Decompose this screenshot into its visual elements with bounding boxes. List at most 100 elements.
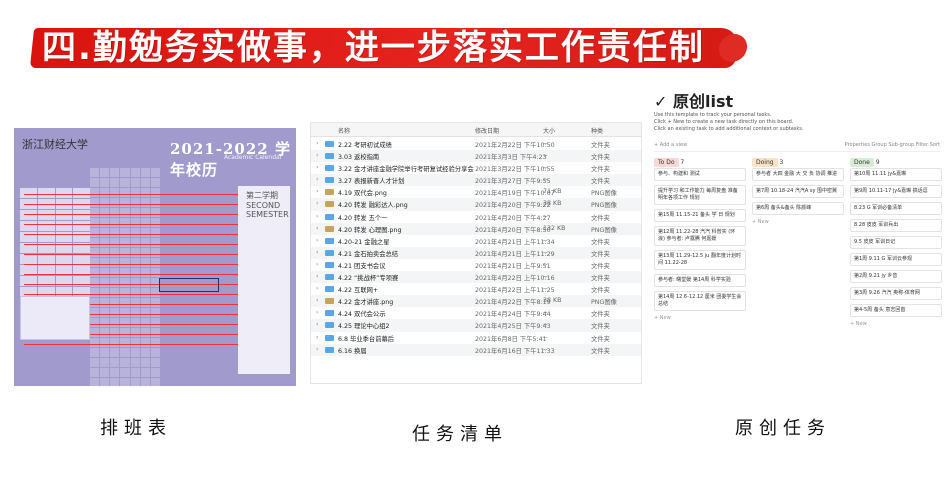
- title-banner: 四.勤勉务实做事，进一步落实工作责任制: [29, 6, 752, 74]
- file-row[interactable]: › 4.22 金才讲座.png 2021年4月22日 下午8:19 38 KB PNG图…: [311, 295, 641, 308]
- board-card[interactable]: 提升学习 和工作能力 每周复盘 准备明年各项工作 规划: [654, 185, 746, 205]
- column-date[interactable]: 修改日期: [475, 126, 499, 135]
- board-card[interactable]: 第15周 11.15-21 备头 学 日 规划: [654, 209, 746, 222]
- file-size: --: [543, 321, 548, 329]
- chevron-right-icon[interactable]: ›: [316, 164, 319, 171]
- file-size: --: [543, 176, 548, 184]
- board-card[interactable]: 第4-5周 备头 意志回首: [850, 304, 942, 317]
- toolbar-actions[interactable]: Properties Group Sub-group Filter Sort: [845, 142, 940, 148]
- chevron-right-icon[interactable]: ›: [316, 285, 319, 292]
- chevron-right-icon[interactable]: ›: [316, 346, 319, 353]
- file-row[interactable]: › 4.25 理论中心组2 2021年4月25日 下午9:43 -- 文件夹: [311, 319, 641, 332]
- file-row[interactable]: › 2.22 考研初试成绩 2021年2月22日 下午10:50 -- 文件夹: [311, 138, 641, 150]
- image-file-icon: [325, 298, 334, 305]
- column-tag: Done: [850, 158, 874, 167]
- column-kind[interactable]: 种类: [591, 126, 603, 135]
- file-size: --: [543, 333, 548, 341]
- chevron-right-icon[interactable]: ›: [316, 261, 319, 268]
- file-kind: 文件夹: [591, 335, 610, 343]
- file-row[interactable]: › 3.22 金才讲座金融学院举行考研复试经验分享会 2021年3月22日 下午10…: [311, 162, 641, 174]
- second-semester-label: 第二学期 SECOND SEMESTER: [246, 191, 289, 219]
- folder-icon: [325, 286, 334, 293]
- file-name: 4.22 金才讲座.png: [338, 299, 394, 307]
- new-card-button[interactable]: + New: [654, 315, 746, 321]
- folder-icon: [325, 141, 334, 147]
- file-row[interactable]: › 4.20 转发 心理图.png 2021年4月20日 下午8:50 132 KB P…: [311, 222, 641, 235]
- board-card[interactable]: 9.5 皮皮 军训日记: [850, 236, 942, 249]
- selection-box: [159, 278, 219, 292]
- chevron-right-icon[interactable]: ›: [316, 309, 319, 316]
- board-card[interactable]: 第13周 11.29-12.5 ju 翻年度计划时间 11.22-28: [654, 250, 746, 270]
- board-card[interactable]: 第10周 11.11 jy&嘉琳: [850, 168, 942, 181]
- file-name: 4.21 金石拍卖会总结: [338, 250, 399, 258]
- calendar-row: [90, 358, 160, 367]
- file-kind: 文件夹: [591, 142, 610, 149]
- board-card[interactable]: 第6周 备头&备头 陈颜峰: [752, 202, 844, 215]
- file-row[interactable]: › 6.16 换届 2021年6月16日 下午11:33 -- 文件夹: [311, 343, 641, 356]
- file-row[interactable]: › 4.24 双代会公示 2021年4月24日 下午9:44 -- 文件夹: [311, 307, 641, 319]
- calendar-cell: [110, 358, 120, 367]
- board-card[interactable]: 第14周 12.6-12.12 厘米 团委学生会总结: [654, 291, 746, 311]
- board-card[interactable]: 参与者 大四 金融 大 交 负 协调 推进: [752, 168, 844, 181]
- chevron-right-icon[interactable]: ›: [316, 237, 319, 244]
- chevron-right-icon[interactable]: ›: [316, 273, 319, 280]
- new-card-button[interactable]: + New: [850, 321, 942, 327]
- file-row[interactable]: › 3.27 表报新晋人才计划 2021年3月27日 下午9:55 -- 文件夹: [311, 174, 641, 187]
- column-name[interactable]: 名称: [338, 126, 350, 135]
- file-row[interactable]: › 4.21 金石拍卖会总结 2021年4月21日 上午11:29 -- 文件夹: [311, 246, 641, 259]
- chevron-right-icon[interactable]: ›: [316, 152, 319, 159]
- board-card[interactable]: 第1周 9.11 G 军训云参观: [850, 253, 942, 266]
- board-card[interactable]: 参与、构建和 测试: [654, 168, 746, 181]
- board-card[interactable]: 第3周 9.26 汽汽 奥称-体育网: [850, 287, 942, 300]
- calendar-cell: [90, 168, 100, 177]
- file-row[interactable]: › 4.22 “挑战杯”专项赛 2021年4月22日 上午10:16 -- 文件夹: [311, 271, 641, 284]
- file-list: › 2.22 考研初试成绩 2021年2月22日 下午10:50 -- 文件夹 › 3.03…: [311, 138, 641, 356]
- chevron-right-icon[interactable]: ›: [316, 200, 319, 207]
- chevron-right-icon[interactable]: ›: [316, 321, 319, 328]
- file-size: --: [543, 273, 548, 281]
- file-size: --: [543, 212, 548, 220]
- calendar-cell: [130, 168, 140, 177]
- chevron-right-icon[interactable]: ›: [316, 176, 319, 183]
- file-row[interactable]: › 4.20-21 金融之星 2021年4月21日 上午11:34 -- 文件夹: [311, 235, 641, 247]
- add-view-button[interactable]: + Add a view: [654, 142, 687, 148]
- file-row[interactable]: › 6.8 毕业季台前幕后 2021年6月8日 下午5:41 -- 文件夹: [311, 332, 641, 344]
- column-size[interactable]: 大小: [543, 126, 555, 135]
- board-card[interactable]: 第9周 10.11-17 jy&嘉琳 搞话逗: [850, 185, 942, 198]
- calendar-cell: [150, 358, 160, 367]
- board-card[interactable]: 参与者: 曙堂媛 第14周 科学实验: [654, 274, 746, 287]
- file-row[interactable]: › 4.21 团支书会议 2021年4月21日 上午9:51 -- 文件夹: [311, 259, 641, 271]
- file-row[interactable]: › 4.20 转发 融彩达人.png 2021年4月20日 下午9:22 38 KB P…: [311, 198, 641, 211]
- folder-icon: [325, 346, 334, 353]
- calendar-cell: [150, 368, 160, 377]
- file-size: 38 KB: [543, 200, 562, 208]
- file-name: 4.19 双代会.png: [338, 190, 387, 198]
- chevron-right-icon[interactable]: ›: [316, 297, 319, 304]
- file-date: 2021年4月24日 下午9:44: [475, 311, 551, 319]
- new-card-button[interactable]: + New: [752, 219, 844, 225]
- red-line: [24, 194, 239, 195]
- board-card[interactable]: 8.23 G 军训必备清单: [850, 202, 942, 215]
- file-kind: 文件夹: [591, 287, 610, 295]
- file-row[interactable]: › 3.03 返校指南 2021年3月3日 下午4:23 -- 文件夹: [311, 150, 641, 163]
- file-row[interactable]: › 4.19 双代会.png 2021年4月19日 下午10:07 71 KB PNG图…: [311, 186, 641, 198]
- file-name: 3.22 金才讲座金融学院举行考研复试经验分享会: [338, 166, 474, 174]
- chevron-right-icon[interactable]: ›: [316, 225, 319, 232]
- board-card[interactable]: 8.28 皮皮 军训兵出: [850, 219, 942, 232]
- original-caption: 原创任务: [735, 418, 831, 439]
- calendar-cell: [120, 378, 130, 386]
- chevron-right-icon[interactable]: ›: [316, 334, 319, 341]
- file-row[interactable]: › 4.22 互联网+ 2021年4月22日 上午11:25 -- 文件夹: [311, 283, 641, 295]
- chevron-right-icon[interactable]: ›: [316, 140, 319, 147]
- calendar-row: [90, 178, 160, 187]
- chevron-right-icon[interactable]: ›: [316, 249, 319, 256]
- board-card[interactable]: 第12周 11.22-28 汽汽 科普实 (环浪) 参与者: 卢露腾 何嘉媛: [654, 226, 746, 246]
- file-row[interactable]: › 4.20 转发 五个一 2021年4月20日 下午4:27 -- 文件夹: [311, 211, 641, 223]
- chevron-right-icon[interactable]: ›: [316, 188, 319, 195]
- board-card[interactable]: 第2周 9.21 jy 乡音: [850, 270, 942, 283]
- chevron-right-icon[interactable]: ›: [316, 213, 319, 220]
- board-column-done: Done 9 第10周 11.11 jy&嘉琳 第9周 10.11-17 jy&嘉琳…: [850, 158, 942, 327]
- board-column-to-do: To Do 7 参与、构建和 测试 提升学习 和工作能力 每周复盘 准备明年各项工作…: [654, 158, 746, 321]
- file-kind: PNG图像: [591, 299, 617, 307]
- board-card[interactable]: 第7周 10.18-24 汽汽A sy 围中密冀: [752, 185, 844, 198]
